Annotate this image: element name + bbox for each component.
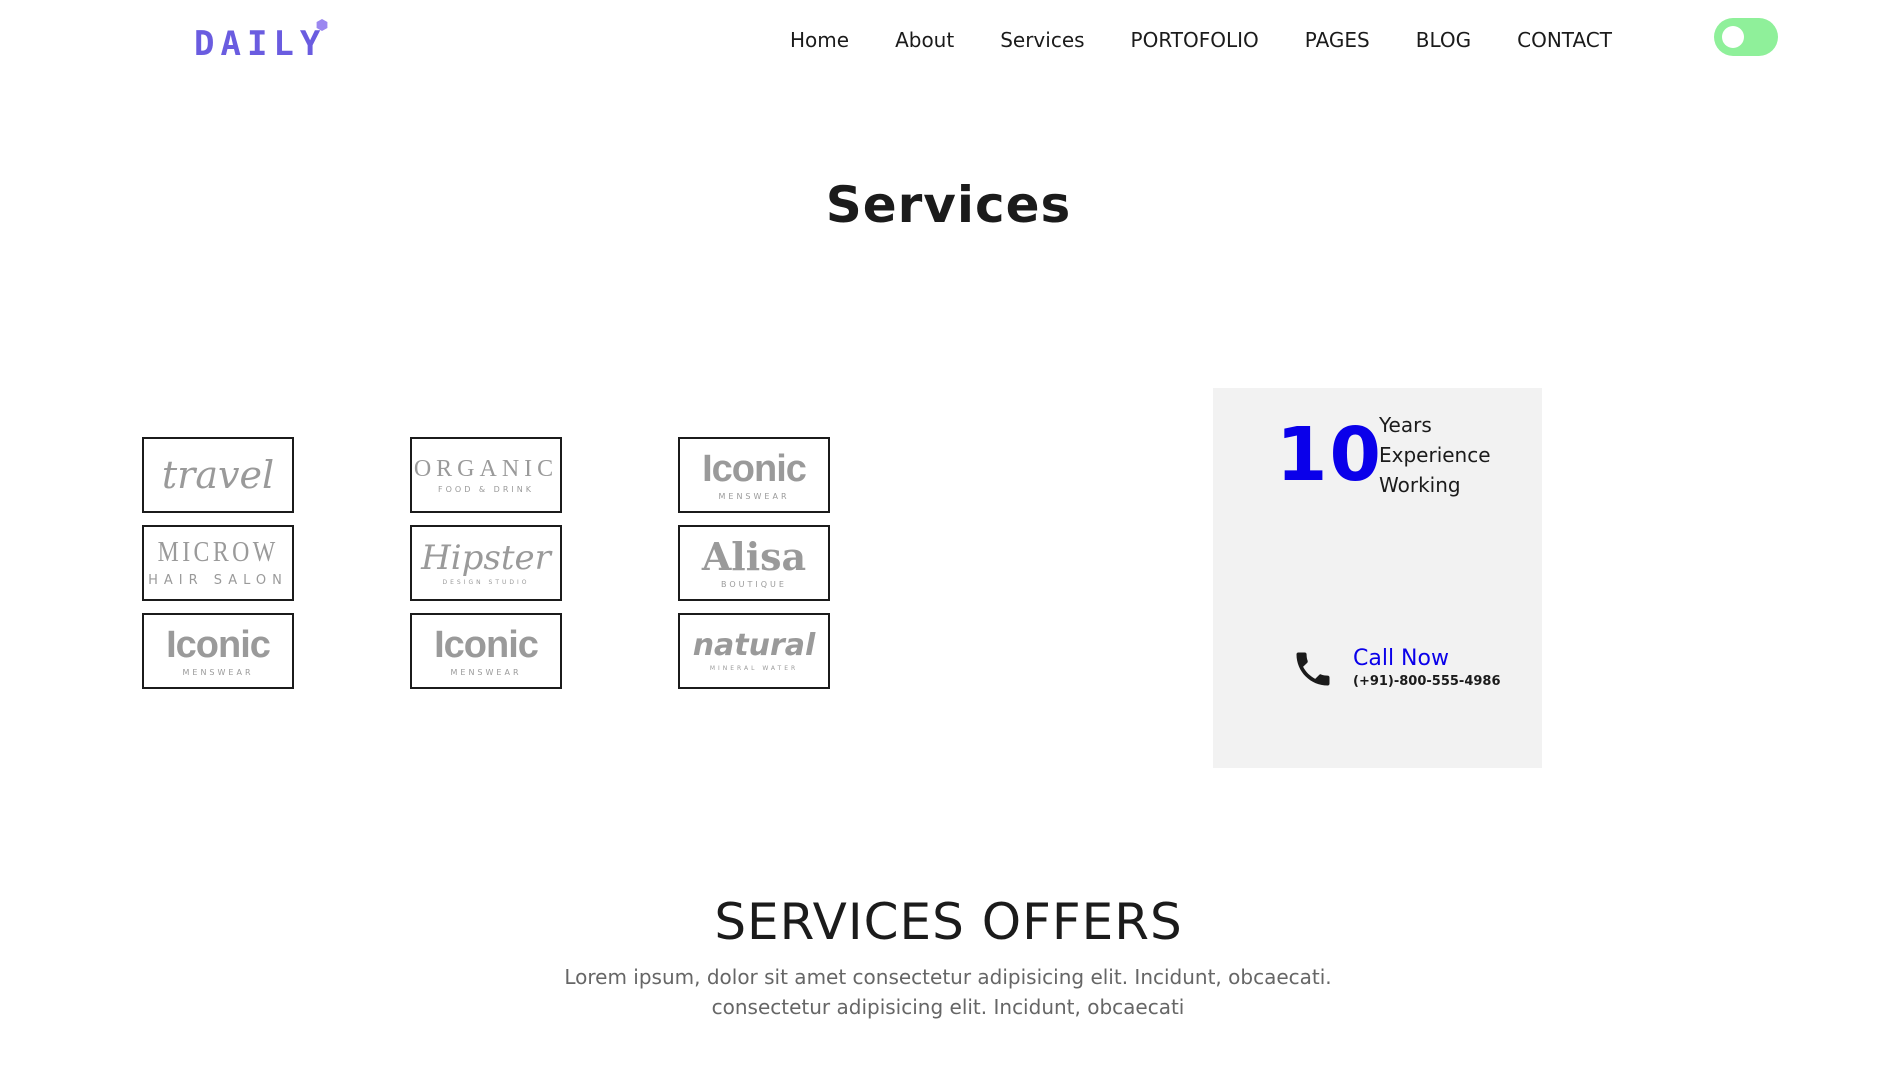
alisa-logo-tagline: BOUTIQUE — [721, 579, 787, 589]
iconic-logo-tagline: MENSWEAR — [718, 491, 790, 501]
brand-card-iconic[interactable]: Iconic MENSWEAR — [410, 613, 562, 689]
brand-card-iconic[interactable]: Iconic MENSWEAR — [142, 613, 294, 689]
hipster-logo-tagline: DESIGN STUDIO — [442, 578, 530, 586]
experience-line: Years — [1379, 413, 1432, 437]
call-now-label: Call Now — [1353, 646, 1449, 671]
logo-text: DAILY — [194, 24, 327, 64]
nav-home[interactable]: Home — [790, 28, 849, 52]
travel-logo: travel — [161, 453, 275, 497]
organic-logo-tagline: FOOD & DRINK — [438, 484, 534, 494]
nav-blog[interactable]: BLOG — [1416, 28, 1471, 52]
nav-about[interactable]: About — [895, 28, 954, 52]
offers-description: Lorem ipsum, dolor sit amet consectetur … — [548, 962, 1348, 1022]
alisa-logo: Alisa — [701, 533, 807, 579]
brand-logo-grid: travel ORGANIC FOOD & DRINK Iconic MENSW… — [142, 437, 832, 689]
theme-toggle[interactable] — [1714, 18, 1778, 56]
experience-line: Working — [1379, 473, 1461, 497]
phone-icon — [1296, 652, 1330, 686]
phone-number: (+91)-800-555-4986 — [1353, 674, 1501, 689]
iconic-logo: Iconic — [702, 447, 807, 490]
brand-card-alisa[interactable]: Alisa BOUTIQUE — [678, 525, 830, 601]
experience-years-number: 10 — [1276, 412, 1383, 498]
nav-pages[interactable]: PAGES — [1305, 28, 1370, 52]
iconic-logo-tagline: MENSWEAR — [450, 667, 522, 677]
hipster-logo: Hipster — [421, 537, 551, 578]
nav-portfolio[interactable]: PORTOFOLIO — [1131, 28, 1259, 52]
microw-logo-tagline: HAIR SALON — [148, 572, 288, 588]
site-logo[interactable]: DAILY — [194, 19, 328, 64]
offers-title: SERVICES OFFERS — [714, 893, 1183, 951]
natural-logo-tagline: MINERAL WATER — [709, 664, 799, 672]
nav-services[interactable]: Services — [1000, 28, 1084, 52]
nav-contact[interactable]: CONTACT — [1517, 28, 1612, 52]
offers-description-line: Lorem ipsum, dolor sit amet consectetur … — [564, 965, 1332, 989]
offers-description-line: consectetur adipisicing elit. Incidunt, … — [711, 995, 1185, 1019]
experience-card: 10 Years Experience Working Call Now (+9… — [1213, 388, 1542, 768]
page-title: Services — [825, 176, 1072, 234]
iconic-logo-tagline: MENSWEAR — [182, 667, 254, 677]
iconic-logo: Iconic — [434, 623, 539, 666]
natural-logo: natural — [692, 627, 816, 663]
organic-logo: ORGANIC — [413, 455, 559, 482]
call-now-link[interactable]: Call Now (+91)-800-555-4986 — [1291, 646, 1501, 692]
brand-card-microw[interactable]: MICROW HAIR SALON — [142, 525, 294, 601]
brand-card-natural[interactable]: natural MINERAL WATER — [678, 613, 830, 689]
microw-logo: MICROW — [157, 536, 279, 568]
site-header: DAILY Home About Services PORTOFOLIO PAG… — [0, 0, 1897, 80]
brand-card-organic[interactable]: ORGANIC FOOD & DRINK — [410, 437, 562, 513]
main-nav: Home About Services PORTOFOLIO PAGES BLO… — [790, 22, 1612, 58]
experience-caption: Years Experience Working — [1379, 410, 1491, 500]
brand-card-hipster[interactable]: Hipster DESIGN STUDIO — [410, 525, 562, 601]
iconic-logo: Iconic — [166, 623, 271, 666]
toggle-knob — [1722, 26, 1744, 48]
brand-card-travel[interactable]: travel — [142, 437, 294, 513]
experience-line: Experience — [1379, 443, 1491, 467]
brand-card-iconic[interactable]: Iconic MENSWEAR — [678, 437, 830, 513]
